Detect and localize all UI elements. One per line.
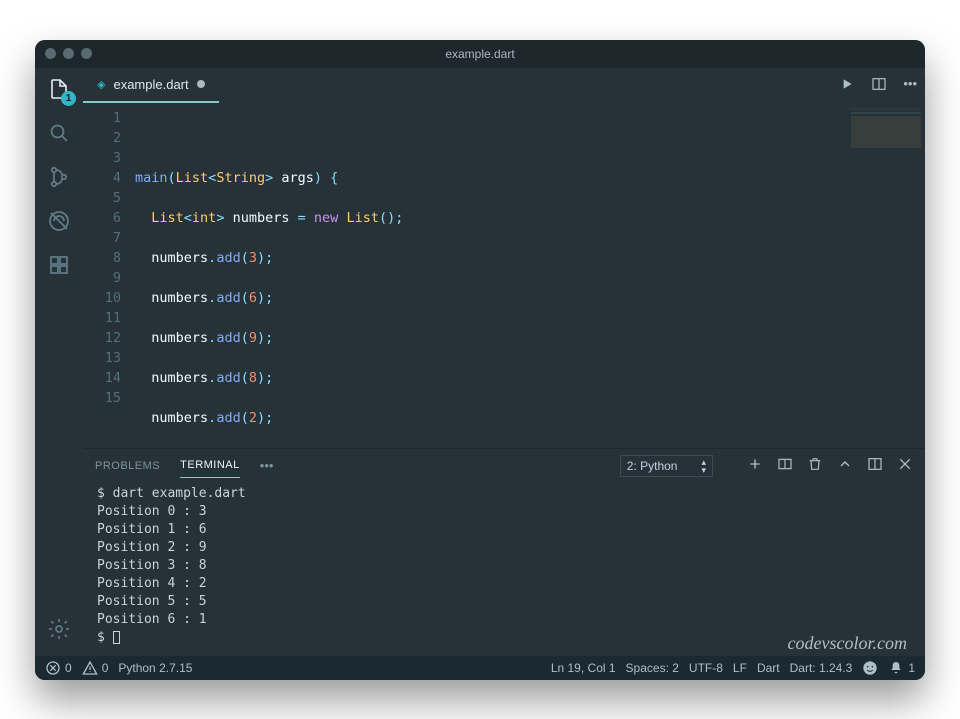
kill-terminal-icon[interactable]: [807, 456, 823, 475]
status-bar: 0 0 Python 2.7.15 Ln 19, Col 1 Spaces: 2…: [35, 656, 925, 680]
minimap[interactable]: [851, 108, 921, 198]
status-language[interactable]: Dart: [757, 661, 780, 675]
gutter: 123 456 789 101112 131415: [83, 104, 135, 448]
terminal-cursor: [113, 631, 120, 644]
vscode-window: example.dart 1: [35, 40, 925, 680]
watermark: codevscolor.com: [788, 634, 907, 652]
tab-bar: ◈ example.dart •••: [83, 68, 925, 104]
activity-bar: 1: [35, 68, 83, 656]
status-encoding[interactable]: UTF-8: [689, 661, 723, 675]
chevron-updown-icon: ▴▾: [701, 458, 706, 474]
tab-example-dart[interactable]: ◈ example.dart: [83, 68, 219, 103]
search-icon[interactable]: [46, 120, 72, 146]
terminal[interactable]: $ dart example.dart Position 0 : 3 Posit…: [83, 483, 925, 656]
titlebar: example.dart: [35, 40, 925, 68]
tab-problems[interactable]: PROBLEMS: [95, 454, 160, 478]
panel-more-tabs[interactable]: •••: [260, 458, 274, 473]
status-spaces[interactable]: Spaces: 2: [626, 661, 679, 675]
tab-dirty-indicator: [197, 80, 205, 88]
window-title: example.dart: [35, 47, 925, 61]
status-notifications[interactable]: 1: [888, 660, 915, 676]
explorer-icon[interactable]: 1: [46, 76, 72, 102]
explorer-badge: 1: [61, 91, 76, 106]
tab-label: example.dart: [113, 77, 188, 92]
toggle-panel-icon[interactable]: [867, 456, 883, 475]
run-icon[interactable]: [839, 76, 855, 95]
editor-actions: •••: [839, 76, 917, 95]
panel-tabs: PROBLEMS TERMINAL ••• 2: Python ▴▾: [83, 449, 925, 483]
source-control-icon[interactable]: [46, 164, 72, 190]
code-editor[interactable]: 123 456 789 101112 131415 main(List<Stri…: [83, 104, 925, 448]
status-errors[interactable]: 0: [45, 660, 72, 676]
dart-file-icon: ◈: [97, 78, 105, 91]
status-dart-version[interactable]: Dart: 1.24.3: [790, 661, 853, 675]
tab-terminal[interactable]: TERMINAL: [180, 453, 240, 478]
code-area[interactable]: main(List<String> args) { List<int> numb…: [135, 104, 925, 448]
split-editor-icon[interactable]: [871, 76, 887, 95]
bottom-panel: PROBLEMS TERMINAL ••• 2: Python ▴▾: [83, 448, 925, 656]
status-feedback-icon[interactable]: [862, 660, 878, 676]
status-eol[interactable]: LF: [733, 661, 747, 675]
more-actions-icon[interactable]: •••: [903, 76, 917, 95]
status-warnings[interactable]: 0: [82, 660, 109, 676]
extensions-icon[interactable]: [46, 252, 72, 278]
split-terminal-icon[interactable]: [777, 456, 793, 475]
close-panel-icon[interactable]: [897, 456, 913, 475]
maximize-panel-icon[interactable]: [837, 456, 853, 475]
debug-icon[interactable]: [46, 208, 72, 234]
new-terminal-icon[interactable]: [747, 456, 763, 475]
settings-gear-icon[interactable]: [46, 616, 72, 642]
terminal-selector[interactable]: 2: Python ▴▾: [620, 455, 713, 477]
status-cursor[interactable]: Ln 19, Col 1: [551, 661, 616, 675]
status-python[interactable]: Python 2.7.15: [118, 661, 192, 675]
